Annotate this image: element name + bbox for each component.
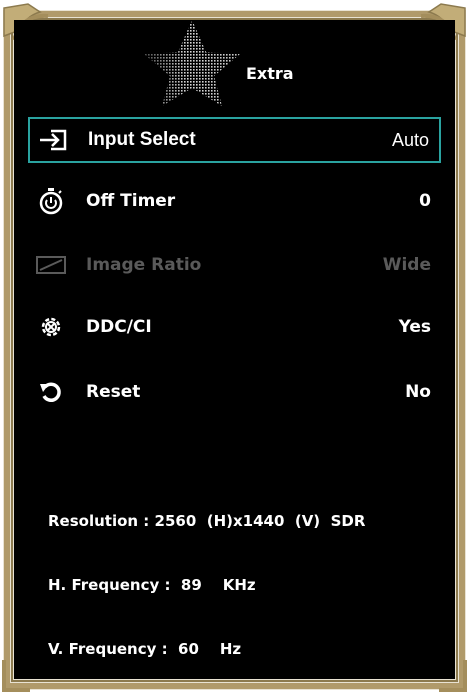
reset-icon xyxy=(34,375,68,409)
image-ratio-label: Image Ratio xyxy=(86,255,202,275)
v-frequency-info: V. Frequency : 60 Hz xyxy=(48,640,242,658)
h-frequency-info: H. Frequency : 89 KHz xyxy=(48,576,256,594)
menu-header: Extra xyxy=(0,0,469,110)
reset-label: Reset xyxy=(86,382,141,402)
menu-item-off-timer[interactable]: Off Timer 0 xyxy=(28,178,441,224)
image-ratio-icon xyxy=(34,248,68,282)
menu-item-ddc-ci[interactable]: DDC/CI Yes xyxy=(28,304,441,350)
ddc-ci-label: DDC/CI xyxy=(86,317,152,337)
timer-icon xyxy=(34,184,68,218)
image-ratio-value: Wide xyxy=(382,255,431,275)
off-timer-label: Off Timer xyxy=(86,191,176,211)
menu-title: Extra xyxy=(246,64,294,83)
reset-value: No xyxy=(405,382,431,402)
menu-item-input-select[interactable]: Input Select Auto xyxy=(28,117,441,163)
ddc-ci-value: Yes xyxy=(398,317,431,337)
input-select-label: Input Select xyxy=(88,129,196,150)
menu-item-reset[interactable]: Reset No xyxy=(28,369,441,415)
ddc-ci-icon xyxy=(34,310,68,344)
off-timer-value: 0 xyxy=(419,191,431,211)
resolution-info: Resolution : 2560 (H)x1440 (V) SDR xyxy=(48,512,366,530)
input-select-value: Auto xyxy=(391,129,429,150)
menu-item-image-ratio: Image Ratio Wide xyxy=(28,242,441,288)
star-icon xyxy=(144,20,240,106)
osd-extra-menu: Extra Input Select Auto Off Timer 0 Imag… xyxy=(0,0,469,693)
input-select-icon xyxy=(36,123,70,157)
